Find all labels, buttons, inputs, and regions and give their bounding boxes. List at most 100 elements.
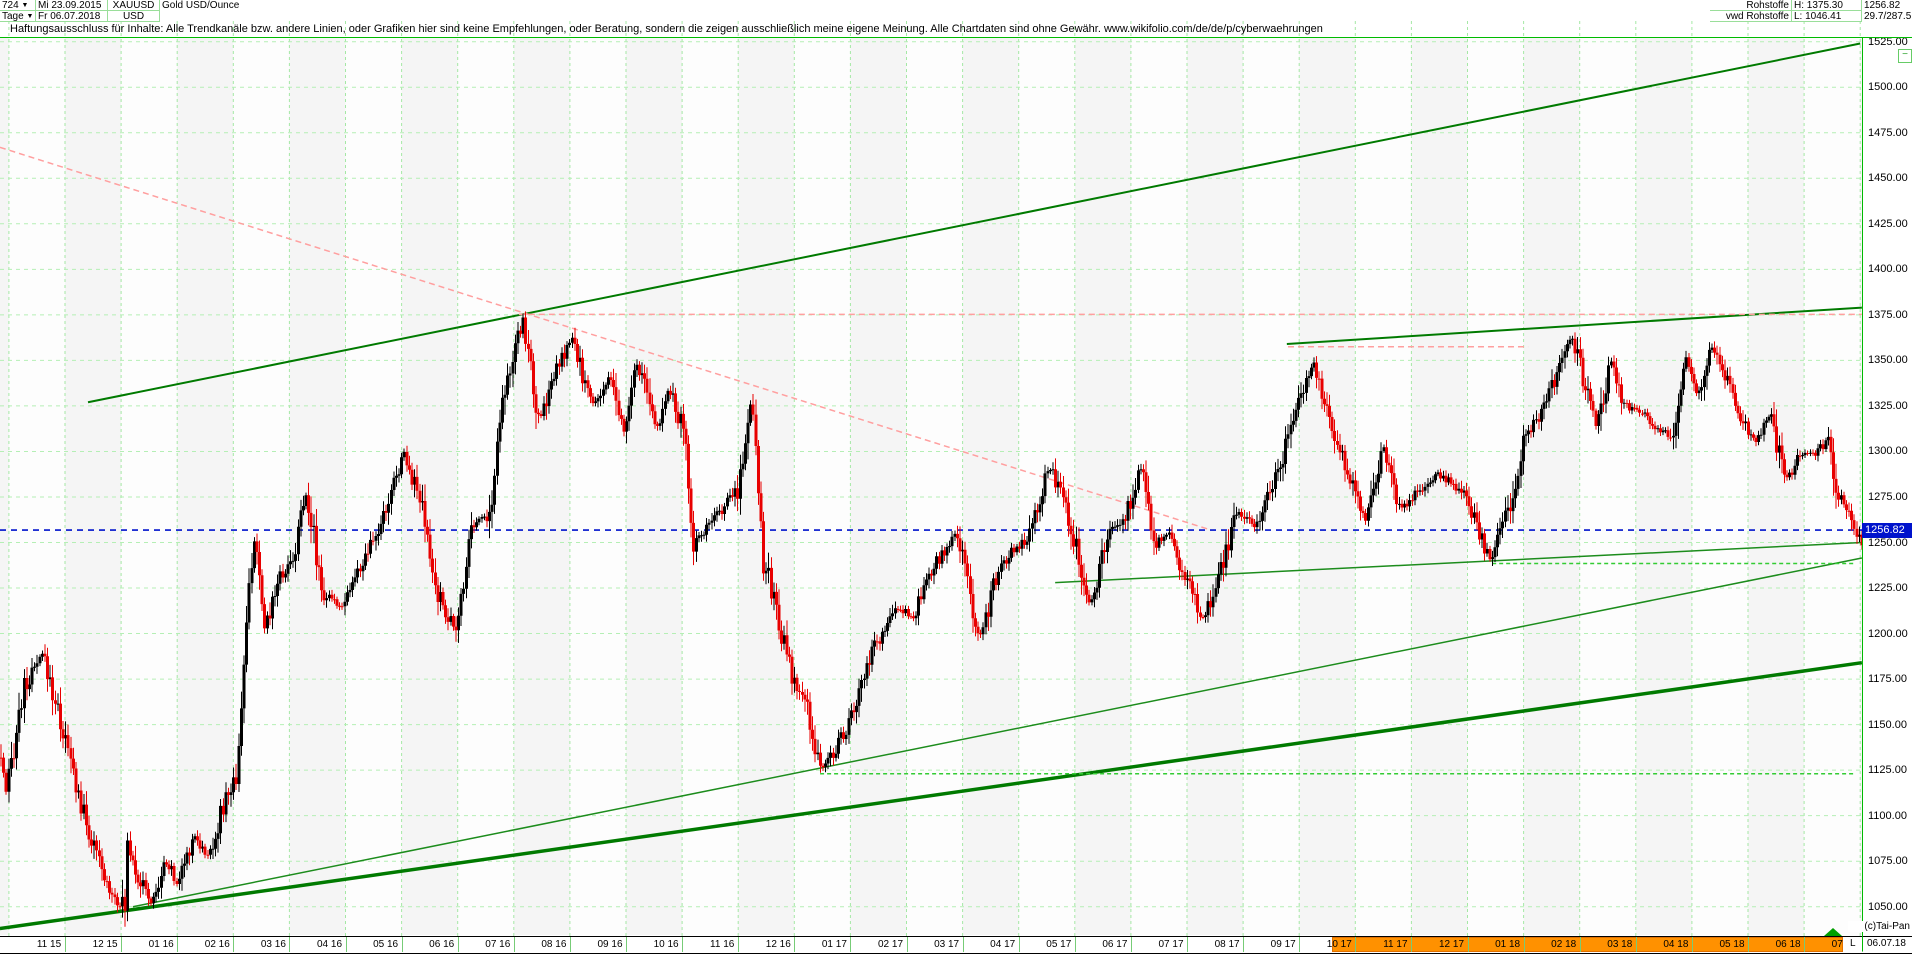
plot-background-stripe: [401, 38, 458, 935]
plot-background-stripe: [233, 38, 290, 935]
x-axis-label: 07 17: [1158, 939, 1184, 950]
date-from-cell[interactable]: Mi 23.09.2015: [36, 0, 108, 11]
x-axis-label: 02 18: [1551, 939, 1577, 950]
y-axis-label: 1525.00: [1868, 35, 1908, 48]
disclaimer-bar: Haftungsausschluss für Inhalte: Alle Tre…: [0, 21, 1912, 37]
high-value-cell: H: 1375.30: [1792, 0, 1862, 11]
currency-cell: USD: [108, 11, 160, 22]
x-axis-label: 11 15: [36, 939, 62, 950]
y-axis-label: 1200.00: [1868, 627, 1908, 640]
plot-background-stripe: [1018, 38, 1075, 935]
plot-background-stripe: [626, 38, 683, 935]
x-axis-label: 01 18: [1495, 939, 1521, 950]
collapse-button[interactable]: −: [1898, 49, 1912, 63]
y-axis-label: 1375.00: [1868, 308, 1908, 321]
y-axis-label: 1325.00: [1868, 399, 1908, 412]
x-axis-label: 03 16: [260, 939, 286, 950]
plot-background-stripe: [1635, 38, 1692, 935]
price-chart-canvas[interactable]: [0, 0, 1912, 952]
x-axis-label: 01 17: [821, 939, 847, 950]
chevron-down-icon: ▼: [26, 13, 34, 20]
x-axis: L 06.07.18 11 15 12 15 01 16 02 16 03 16 04 1…: [0, 936, 1912, 954]
y-axis-label: 1250.00: [1868, 536, 1908, 549]
x-axis-label: 04 17: [990, 939, 1016, 950]
x-axis-label: 05 17: [1046, 939, 1072, 950]
copyright-label: (c)Tai-Pan: [1848, 921, 1910, 932]
y-axis-label: 1175.00: [1868, 673, 1907, 686]
y-axis-label: 1050.00: [1868, 900, 1908, 913]
x-axis-label: 03 18: [1607, 939, 1633, 950]
plot-background-stripe: [962, 38, 1019, 935]
plot-background-stripe: [0, 38, 9, 935]
x-axis-label: 06 16: [429, 939, 455, 950]
y-axis-label: 1150.00: [1868, 718, 1907, 731]
plot-background-stripe: [121, 38, 178, 935]
y-axis-label: 1500.00: [1868, 81, 1908, 94]
x-axis-label: 05 16: [373, 939, 399, 950]
plot-background-stripe: [569, 38, 626, 935]
period-dropdown[interactable]: Tage ▼: [0, 11, 36, 22]
date-to-cell[interactable]: Fr 06.07.2018: [36, 11, 108, 22]
x-axis-label: 06 18: [1775, 939, 1801, 950]
plot-background-stripe: [457, 38, 514, 935]
x-axis-label: 10 17: [1326, 939, 1352, 950]
low-value-cell: L: 1046.41: [1792, 11, 1862, 22]
axis-corner-cell: L 06.07.18: [1844, 937, 1912, 952]
plot-background-stripe: [1748, 38, 1805, 935]
plot-background-stripe: [1579, 38, 1636, 935]
x-axis-label: 02 17: [877, 939, 904, 950]
x-axis-label: 09 17: [1270, 939, 1296, 950]
plot-background-stripe: [1187, 38, 1244, 935]
plot-background-stripe: [1355, 38, 1412, 935]
x-axis-label: 08 17: [1214, 939, 1240, 950]
x-axis-label: 02 16: [204, 939, 230, 950]
y-axis-label: 1225.00: [1868, 582, 1908, 595]
bars-count-dropdown[interactable]: 724 ▼: [0, 0, 36, 11]
plot-background-stripe: [794, 38, 851, 935]
y-axis-separator: [1862, 37, 1863, 951]
y-axis-label: 1100.00: [1868, 809, 1907, 822]
x-axis-label: 04 16: [316, 939, 343, 950]
plot-background-stripe: [738, 38, 795, 935]
change-cell: 29.7/287.5: [1862, 11, 1912, 22]
symbol-cell: XAUUSD: [108, 0, 160, 11]
corner-l-label: L: [1850, 938, 1856, 949]
x-axis-label: 08 16: [541, 939, 567, 950]
y-axis-label: 1450.00: [1868, 172, 1908, 185]
x-axis-label: 05 18: [1719, 939, 1745, 950]
corner-date-label: 06.07.18: [1867, 938, 1906, 949]
source-cell: vwd Rohstoffe: [1710, 11, 1792, 22]
x-axis-label: 09 16: [597, 939, 623, 950]
x-axis-label: 04 18: [1663, 939, 1689, 950]
plot-background-stripe: [65, 38, 122, 935]
x-axis-label: 11 16: [710, 939, 735, 950]
plot-background-stripe: [513, 38, 570, 935]
x-axis-label: 11 17: [1383, 939, 1408, 950]
y-axis-label: 1125.00: [1868, 764, 1907, 777]
plot-background-stripe: [1523, 38, 1580, 935]
y-axis-label: 1275.00: [1868, 490, 1908, 503]
plot-top-border: [0, 37, 1912, 38]
plot-background-stripe: [289, 38, 346, 935]
disclaimer-text: Haftungsausschluss für Inhalte: Alle Tre…: [10, 23, 1323, 35]
axis-marker-triangle-icon: [1824, 928, 1842, 936]
x-axis-label: 07 16: [485, 939, 511, 950]
y-axis-label: 1425.00: [1868, 217, 1908, 230]
y-axis-label: 1075.00: [1868, 855, 1908, 868]
last-price-badge: 1256.82: [1862, 523, 1912, 539]
y-axis-label: 1400.00: [1868, 263, 1908, 276]
x-axis-label: 10 16: [653, 939, 679, 950]
x-axis-label: 03 17: [934, 939, 960, 950]
plot-background-stripe: [1074, 38, 1131, 935]
y-axis-label: 1475.00: [1868, 126, 1908, 139]
x-axis-label: 01 16: [148, 939, 174, 950]
y-axis-label: 1350.00: [1868, 354, 1908, 367]
category-cell: Rohstoffe: [1710, 0, 1792, 11]
plot-background-stripe: [1691, 38, 1748, 935]
chart-header: 724 ▼ Mi 23.09.2015 XAUUSD Gold USD/Ounc…: [0, 0, 1912, 22]
last-price-cell: 1256.82: [1862, 0, 1912, 11]
x-axis-label: 12 17: [1438, 939, 1465, 950]
plot-background-stripe: [906, 38, 963, 935]
plot-background-stripe: [8, 38, 65, 935]
x-axis-label: 06 17: [1102, 939, 1128, 950]
